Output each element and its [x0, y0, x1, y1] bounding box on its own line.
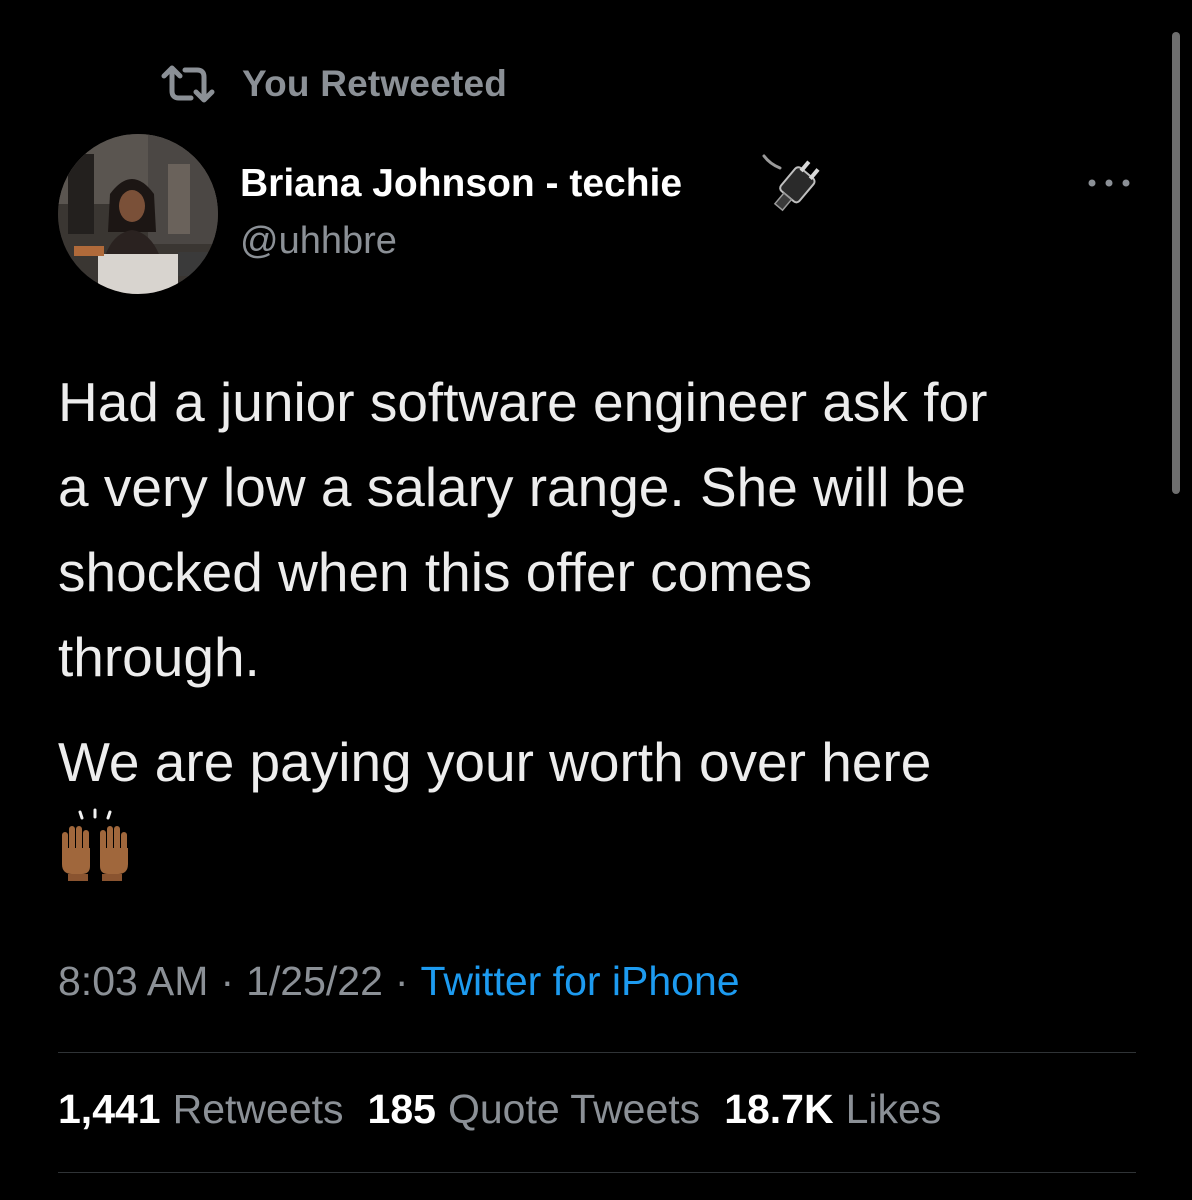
tweet-time[interactable]: 8:03 AM: [58, 958, 208, 1004]
tweet-meta: 8:03 AM · 1/25/22 · Twitter for iPhone: [58, 958, 740, 1005]
likes-stat[interactable]: 18.7K Likes: [724, 1086, 965, 1132]
retweets-label: Retweets: [172, 1086, 344, 1132]
more-options-button[interactable]: [1084, 166, 1134, 200]
more-options-icon: [1084, 179, 1134, 204]
tweet-text: Had a junior software engineer ask for a …: [58, 360, 1148, 700]
scrollbar[interactable]: [1172, 32, 1180, 494]
tweet-date[interactable]: 1/25/22: [246, 958, 383, 1004]
author-handle[interactable]: @uhhbre: [240, 220, 397, 263]
retweets-count: 1,441: [58, 1086, 161, 1132]
likes-label: Likes: [845, 1086, 942, 1132]
meta-separator: ·: [220, 958, 235, 1004]
retweet-icon: [160, 63, 216, 105]
divider: [58, 1052, 1136, 1053]
author-display-name[interactable]: Briana Johnson - techie: [240, 162, 682, 206]
likes-count: 18.7K: [724, 1086, 834, 1132]
tweet-line: shocked when this offer comes: [58, 541, 813, 603]
avatar[interactable]: [58, 134, 218, 294]
tweet-source-link[interactable]: Twitter for iPhone: [421, 958, 740, 1004]
tweet-text-paragraph: We are paying your worth over here: [58, 731, 932, 793]
tweet-line: Had a junior software engineer ask for: [58, 371, 988, 433]
tweet-line: a very low a salary range. She will be: [58, 456, 966, 518]
divider: [58, 1172, 1136, 1173]
tweet-line: through.: [58, 626, 260, 688]
retweet-banner: You Retweeted: [160, 58, 507, 110]
quote-tweets-label: Quote Tweets: [447, 1086, 701, 1132]
quote-tweets-count: 185: [367, 1086, 436, 1132]
quote-tweets-stat[interactable]: 185 Quote Tweets: [368, 1086, 725, 1132]
raising-hands-icon: [58, 808, 132, 882]
meta-separator: ·: [394, 958, 409, 1004]
retweet-label: You Retweeted: [242, 63, 508, 104]
electric-plug-icon: [760, 150, 830, 216]
retweets-stat[interactable]: 1,441 Retweets: [58, 1086, 368, 1132]
tweet-stats: 1,441 Retweets 185 Quote Tweets 18.7K Likes: [58, 1086, 965, 1133]
